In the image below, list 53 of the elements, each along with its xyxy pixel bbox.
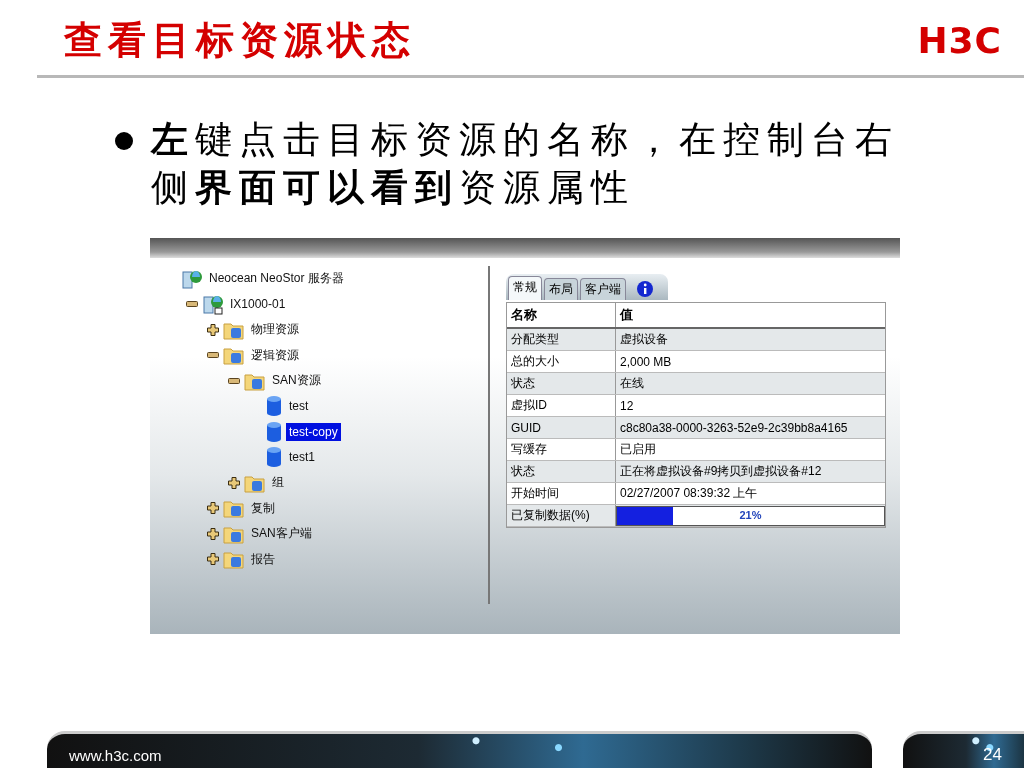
disk-icon (265, 420, 283, 443)
footer-url: www.h3c.com (69, 747, 162, 764)
column-header: 值 (618, 306, 634, 324)
tree-item[interactable]: test (286, 397, 312, 416)
table-cell: 状态 (507, 373, 616, 394)
page-number: 24 (983, 745, 1002, 765)
slide-title: 查看目标资源状态 (64, 17, 416, 63)
table-cell-text: 在线 (619, 375, 645, 392)
tree-item[interactable]: 报告 (248, 548, 278, 570)
collapse-toggle[interactable] (228, 376, 240, 385)
expand-toggle[interactable] (207, 502, 219, 515)
collapse-toggle[interactable] (207, 351, 219, 360)
collapse-toggle[interactable] (186, 300, 198, 309)
table-cell-text: 已启用 (619, 441, 657, 458)
table-cell: 开始时间 (507, 483, 616, 504)
table-cell-text: 正在将虚拟设备#9拷贝到虚拟设备#12 (619, 463, 823, 480)
table-cell-text: 虚拟设备 (619, 331, 669, 348)
table-cell-text: 02/27/2007 08:39:32 上午 (619, 485, 759, 502)
table-cell: 写缓存 (507, 439, 616, 460)
tree-item[interactable]: IX1000-01 (227, 295, 289, 314)
tree-item[interactable]: 物理资源 (248, 319, 302, 341)
tree-item[interactable]: 逻辑资源 (248, 344, 302, 366)
progress-reading: 21% (739, 508, 762, 521)
expand-toggle[interactable] (207, 323, 219, 336)
bullet-icon (115, 132, 133, 150)
tree-item[interactable]: test1 (286, 448, 318, 467)
logo: H3C (917, 19, 1002, 61)
table-cell: 总的大小 (507, 351, 616, 372)
table-cell: 虚拟ID (507, 395, 616, 416)
disk-icon (265, 395, 283, 418)
tab[interactable]: 布局 (544, 278, 578, 300)
column-header: 名称 (507, 303, 616, 327)
disk-icon (265, 446, 283, 469)
table-cell: 状态 (507, 461, 616, 482)
bullet-text: 左键点击目标资源的名称，在控制台右侧界面可以看到资源属性 (151, 118, 900, 210)
table-cell-text: 12 (619, 397, 635, 415)
info-icon[interactable] (636, 280, 654, 298)
expand-toggle[interactable] (207, 527, 219, 540)
tree-item[interactable]: 复制 (248, 497, 278, 519)
expand-toggle[interactable] (207, 553, 219, 566)
table-cell: 分配类型 (507, 329, 616, 350)
tab[interactable]: 常规 (508, 276, 542, 300)
server-icon (202, 293, 224, 316)
expand-toggle[interactable] (228, 476, 240, 489)
table-cell-text: c8c80a38-0000-3263-52e9-2c39bb8a4165 (619, 419, 849, 437)
table-cell-text: 2,000 MB (619, 353, 673, 371)
table-cell: GUID (507, 417, 616, 438)
tree-item[interactable]: SAN资源 (269, 370, 324, 392)
tree-item[interactable]: test-copy (286, 422, 341, 441)
tab[interactable]: 客户端 (580, 278, 626, 300)
tree-item[interactable]: Neocean NeoStor 服务器 (206, 268, 347, 290)
tree-item[interactable]: 组 (269, 472, 287, 494)
tree-item[interactable]: SAN客户端 (248, 523, 315, 545)
